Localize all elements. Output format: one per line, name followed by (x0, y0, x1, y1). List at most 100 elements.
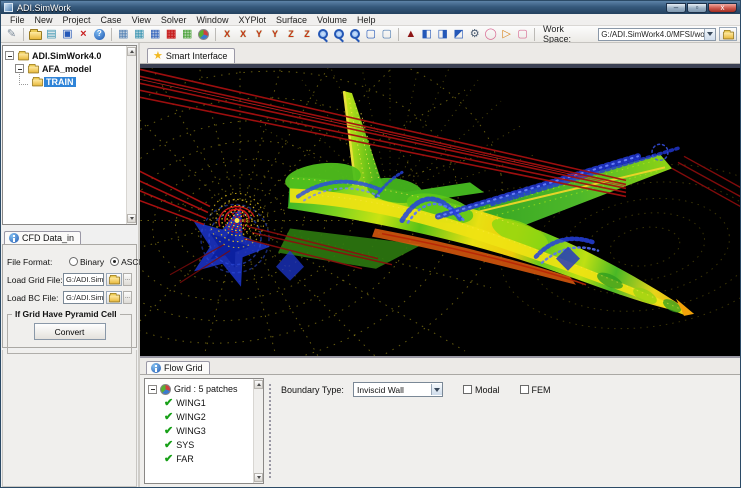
menu-xyplot[interactable]: XYPlot (233, 15, 271, 25)
patch-label-far[interactable]: FAR (176, 454, 194, 464)
view-x-minus-icon[interactable]: X (236, 27, 251, 41)
zoom-fit-icon[interactable] (347, 27, 362, 41)
tree-row-root[interactable]: ADI.SimWork4.0 (5, 49, 134, 62)
layout-right-icon[interactable]: ◨ (435, 27, 450, 41)
lasso-icon[interactable]: ◯ (483, 27, 498, 41)
save-icon[interactable]: ▣ (60, 27, 75, 41)
patch-label-wing2[interactable]: WING2 (176, 412, 206, 422)
binary-label[interactable]: Binary (80, 257, 104, 267)
minimize-button[interactable]: – (666, 3, 686, 13)
play-icon[interactable]: ▷ (499, 27, 514, 41)
patch-row-wing3[interactable]: ✔ WING3 (148, 424, 260, 438)
grid-root-label[interactable]: Grid : 5 patches (174, 384, 238, 394)
patch-label-wing1[interactable]: WING1 (176, 398, 206, 408)
grid-more-button[interactable]: ... (123, 273, 132, 286)
menu-solver[interactable]: Solver (156, 15, 192, 25)
settings-gear-icon[interactable]: ⚙ (467, 27, 482, 41)
view-z-minus-icon[interactable]: Z (299, 27, 314, 41)
pie-chart-icon[interactable] (196, 27, 211, 41)
bc-browse-button[interactable] (106, 291, 122, 304)
menu-case[interactable]: Case (96, 15, 127, 25)
menu-file[interactable]: File (5, 15, 30, 25)
scroll-down-icon[interactable] (254, 473, 263, 482)
cfd-render (140, 68, 740, 356)
patch-label-sys[interactable]: SYS (176, 440, 194, 450)
zoom-out-icon[interactable] (331, 27, 346, 41)
grid-pie-icon (160, 384, 171, 395)
layout-split-icon[interactable]: ◩ (451, 27, 466, 41)
tree-node-root[interactable]: ADI.SimWork4.0 (30, 51, 103, 61)
workspace-browse-button[interactable] (719, 27, 737, 41)
view-y-plus-icon[interactable]: Y (252, 27, 267, 41)
boundary-dropdown-arrow[interactable] (431, 384, 442, 395)
workspace-label: Work Space: (543, 24, 594, 44)
close-button[interactable]: x (708, 3, 737, 13)
menu-project[interactable]: Project (58, 15, 96, 25)
scroll-down-icon[interactable] (127, 214, 136, 223)
tab-flow-grid[interactable]: Flow Grid (146, 361, 210, 374)
main-toolbar: ✎ ▤ ▣ × ? ▦ ▦ ▦ ▦ ▦ X X Y Y Z Z ▢ ▢ ▲ ◧ … (1, 26, 740, 43)
scroll-up-icon[interactable] (254, 380, 263, 389)
menu-surface[interactable]: Surface (271, 15, 312, 25)
view-z-plus-icon[interactable]: Z (284, 27, 299, 41)
grid-browse-button[interactable] (106, 273, 122, 286)
smart-tab-label: Smart Interface (166, 51, 228, 61)
modal-label: Modal (475, 385, 500, 395)
tab-cfd-data-in[interactable]: CFD Data_in (4, 231, 81, 244)
workspace-combo[interactable]: G:/ADI.SimWork4.0/MFSI/work (598, 28, 716, 41)
layout-left-icon[interactable]: ◧ (419, 27, 434, 41)
tree-node-train[interactable]: TRAIN (44, 77, 76, 87)
grid-root-row[interactable]: Grid : 5 patches (148, 382, 260, 396)
transform-grid-icon[interactable]: ▦ (180, 27, 195, 41)
load-grid-icon[interactable]: ▦ (116, 27, 131, 41)
bc-more-button[interactable]: ... (123, 291, 132, 304)
tree-scrollbar[interactable] (126, 46, 136, 224)
card-icon[interactable]: ▢ (515, 27, 530, 41)
menu-window[interactable]: Window (191, 15, 233, 25)
zoom-in-icon[interactable] (315, 27, 330, 41)
load-bc-input[interactable]: G:/ADI.SimWork4.0/MFS (63, 291, 104, 304)
pen-icon[interactable]: ✎ (4, 27, 19, 41)
scroll-up-icon[interactable] (127, 47, 136, 56)
help-icon[interactable]: ? (92, 27, 107, 41)
grid-tree-scrollbar[interactable] (253, 379, 263, 483)
patch-row-far[interactable]: ✔ FAR (148, 452, 260, 466)
boundary-type-select[interactable]: Inviscid Wall (353, 382, 443, 397)
rotate-view-icon[interactable]: ▢ (363, 27, 378, 41)
new-case-icon[interactable]: ▤ (44, 27, 59, 41)
3d-viewport[interactable] (140, 64, 740, 356)
open-project-icon[interactable] (28, 27, 43, 41)
menu-view[interactable]: View (127, 15, 156, 25)
tab-smart-interface[interactable]: ★ Smart Interface (147, 48, 235, 63)
tree-row-train[interactable]: TRAIN (5, 75, 134, 88)
collapse-icon[interactable] (5, 51, 14, 60)
menu-volume[interactable]: Volume (312, 15, 352, 25)
axis-triad-icon[interactable]: ▲ (403, 27, 418, 41)
pan-view-icon[interactable]: ▢ (379, 27, 394, 41)
ascii-radio[interactable] (110, 257, 119, 266)
binary-radio[interactable] (69, 257, 78, 266)
tree-node-model[interactable]: AFA_model (40, 64, 94, 74)
collapse-icon[interactable] (15, 64, 24, 73)
modal-checkbox[interactable] (463, 385, 472, 394)
patch-label-wing3[interactable]: WING3 (176, 426, 206, 436)
maximize-button[interactable]: ▫ (687, 3, 707, 13)
delete-icon[interactable]: × (76, 27, 91, 41)
panel-splitter[interactable] (269, 384, 274, 478)
view-y-minus-icon[interactable]: Y (268, 27, 283, 41)
menu-new[interactable]: New (30, 15, 58, 25)
fem-checkbox[interactable] (520, 385, 529, 394)
patch-row-wing1[interactable]: ✔ WING1 (148, 396, 260, 410)
workspace-dropdown-arrow[interactable] (704, 29, 715, 40)
patch-row-wing2[interactable]: ✔ WING2 (148, 410, 260, 424)
collapse-icon[interactable] (148, 385, 157, 394)
convert-button[interactable]: Convert (34, 323, 106, 340)
delete-grid-icon[interactable]: ▦ (164, 27, 179, 41)
copy-grid-icon[interactable]: ▦ (132, 27, 147, 41)
check-icon: ✔ (164, 411, 173, 423)
menu-help[interactable]: Help (352, 15, 381, 25)
load-grid-input[interactable]: G:/ADI.SimWork4.0/MFS (63, 273, 104, 286)
mirror-grid-icon[interactable]: ▦ (148, 27, 163, 41)
view-x-plus-icon[interactable]: X (220, 27, 235, 41)
patch-row-sys[interactable]: ✔ SYS (148, 438, 260, 452)
